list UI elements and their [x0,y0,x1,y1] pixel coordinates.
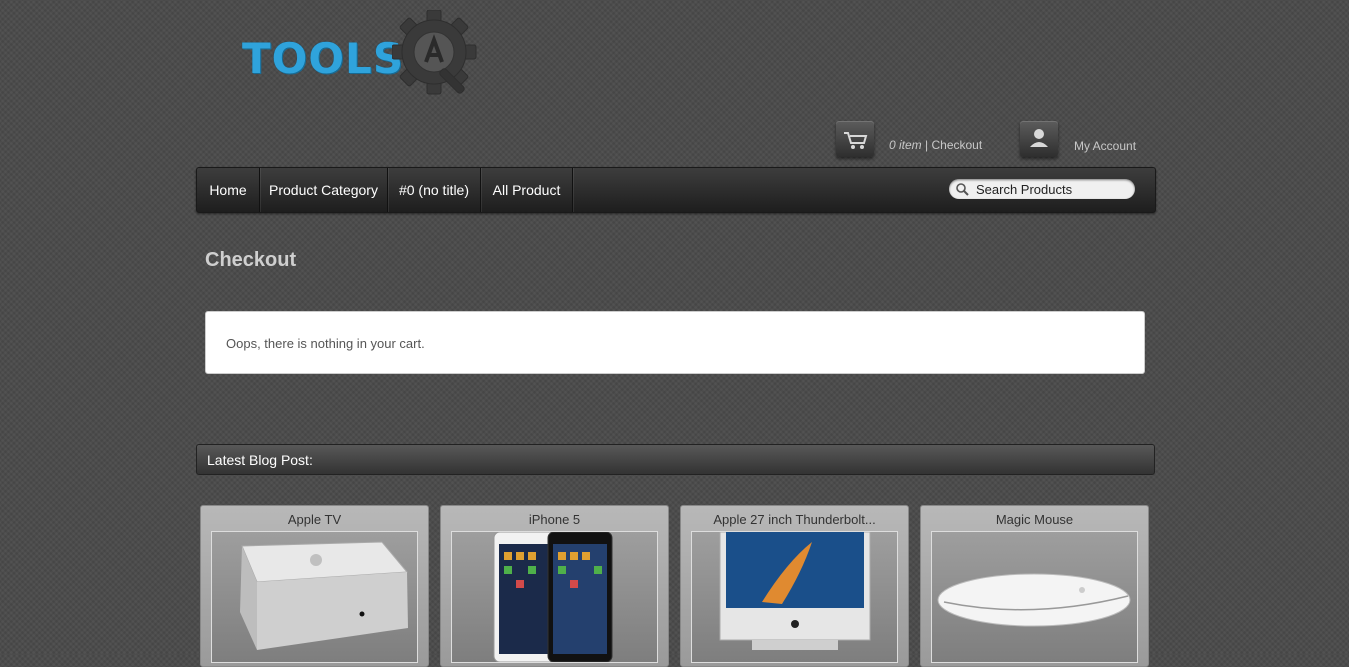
my-account-link[interactable]: My Account [1074,139,1136,153]
product-card-thunderbolt-display[interactable]: Apple 27 inch Thunderbolt... [680,505,909,667]
nav-item-all-product[interactable]: All Product [481,168,573,212]
product-image[interactable] [931,531,1138,663]
page-title: Checkout [205,249,297,271]
blog-header-label: Latest Blog Post: [207,452,313,468]
empty-cart-message: Oops, there is nothing in your cart. [226,336,425,351]
mouse-image [937,573,1131,627]
cart-icon [844,132,868,149]
nav-item-product-category[interactable]: Product Category [260,168,388,212]
product-name[interactable]: Apple TV [201,512,428,527]
product-card-apple-tv[interactable]: Apple TV [200,505,429,667]
search-icon [956,183,969,196]
iphone-image [493,532,613,662]
product-card-magic-mouse[interactable]: Magic Mouse [920,505,1149,667]
cart-summary: 0 item | Checkout [889,138,982,152]
account-icon-button[interactable] [1020,121,1058,157]
search-placeholder: Search Products [976,182,1073,197]
product-name[interactable]: Apple 27 inch Thunderbolt... [681,512,908,527]
main-nav: Home Product Category #0 (no title) All … [196,167,1156,213]
logo-text: TOOLS [242,34,405,83]
product-image[interactable] [451,531,658,663]
product-image[interactable] [211,531,418,663]
nav-item-home[interactable]: Home [197,168,260,212]
cart-count: 0 item [889,138,922,152]
product-image[interactable] [691,531,898,663]
cart-icon-button[interactable] [836,121,874,157]
gear-wrench-icon [392,10,477,95]
search-input[interactable]: Search Products [949,179,1135,199]
user-icon [1030,129,1048,147]
cart-separator: | [921,138,932,152]
product-name[interactable]: Magic Mouse [921,512,1148,527]
checkout-link[interactable]: Checkout [931,138,982,152]
site-logo[interactable]: TOOLS [240,10,500,102]
latest-blog-header: Latest Blog Post: [196,444,1155,475]
product-name[interactable]: iPhone 5 [441,512,668,527]
apple-tv-image [240,541,409,650]
cart-empty-box: Oops, there is nothing in your cart. [205,311,1145,374]
product-card-iphone-5[interactable]: iPhone 5 [440,505,669,667]
display-image [719,532,871,650]
nav-item-no-title[interactable]: #0 (no title) [388,168,481,212]
